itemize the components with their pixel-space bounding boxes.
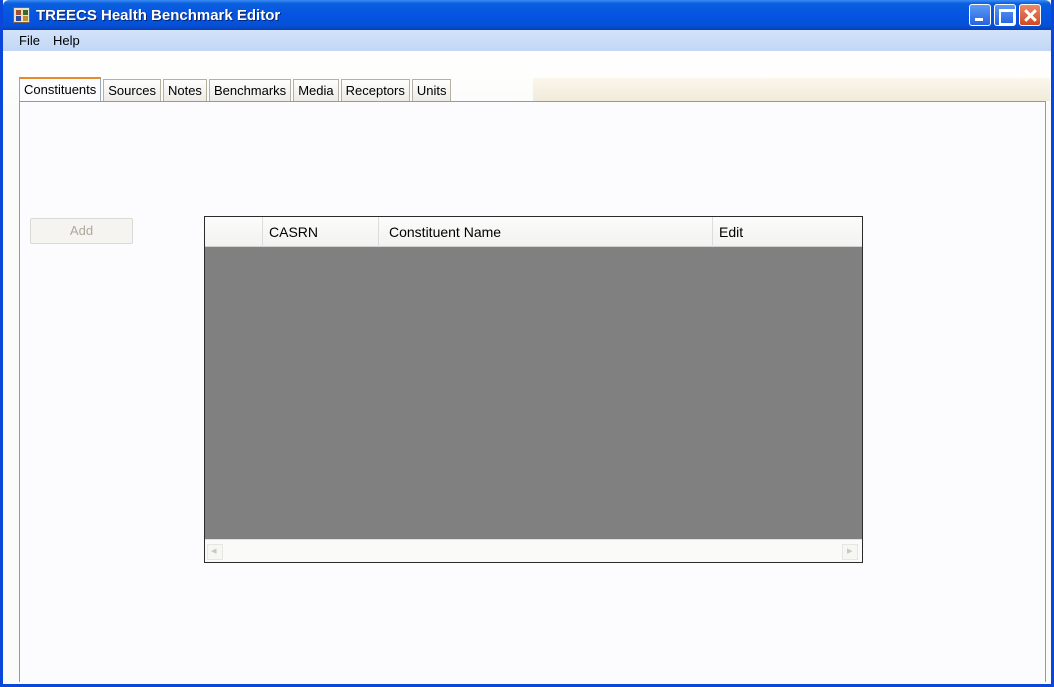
tab-units[interactable]: Units — [411, 79, 452, 101]
tab-sources[interactable]: Sources — [103, 79, 161, 101]
app-window: TREECS Health Benchmark Editor File Help… — [0, 0, 1054, 687]
tab-benchmarks[interactable]: Benchmarks — [208, 79, 292, 101]
constituents-grid[interactable]: CASRN Constituent Name Edit — [204, 216, 863, 563]
column-header-casrn[interactable]: CASRN — [263, 217, 379, 247]
column-header-constituent-name[interactable]: Constituent Name — [379, 217, 713, 247]
scroll-right-arrow-icon[interactable] — [842, 544, 858, 560]
menu-help[interactable]: Help — [49, 33, 84, 48]
tab-notes[interactable]: Notes — [162, 79, 207, 101]
close-button[interactable] — [1019, 4, 1041, 26]
menu-bar: File Help — [3, 30, 1051, 51]
title-bar[interactable]: TREECS Health Benchmark Editor — [3, 0, 1051, 30]
tab-strip-background — [533, 78, 1050, 101]
tab-row: Constituents Sources Notes Benchmarks Me… — [19, 77, 453, 101]
scroll-left-arrow-icon[interactable] — [207, 544, 223, 560]
tab-media[interactable]: Media — [293, 79, 339, 101]
app-icon[interactable] — [13, 7, 30, 23]
row-header-column[interactable] — [205, 217, 263, 247]
add-button[interactable]: Add — [30, 218, 133, 244]
window-title: TREECS Health Benchmark Editor — [36, 7, 281, 24]
grid-body[interactable] — [205, 247, 862, 539]
grid-header: CASRN Constituent Name Edit — [205, 217, 862, 247]
horizontal-scrollbar[interactable] — [205, 539, 862, 562]
minimize-button[interactable] — [969, 4, 991, 26]
column-header-edit[interactable]: Edit — [713, 217, 855, 247]
tab-constituents[interactable]: Constituents — [19, 77, 102, 101]
maximize-button[interactable] — [994, 4, 1016, 26]
menu-file[interactable]: File — [15, 33, 44, 48]
tab-receptors[interactable]: Receptors — [340, 79, 410, 101]
